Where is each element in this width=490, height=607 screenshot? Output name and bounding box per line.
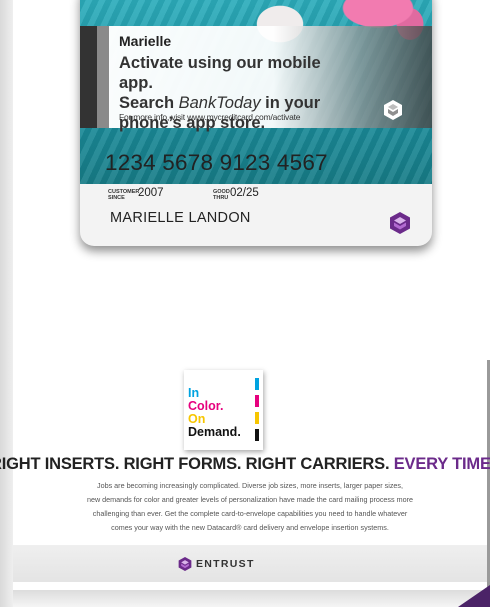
card-number: 1234 5678 9123 4567 xyxy=(105,150,328,175)
card-stripe-gray xyxy=(97,26,109,128)
card-app-name: BankToday xyxy=(178,94,261,112)
card-activation-url: For more info, visit www.mycreditcard.co… xyxy=(119,112,301,122)
ad-headline-accent: EVERY TIME. xyxy=(393,455,490,473)
ad-headline: RIGHT INSERTS. RIGHT FORMS. RIGHT CARRIE… xyxy=(0,455,490,474)
purple-corner xyxy=(458,585,490,607)
customer-since-value: 2007 xyxy=(138,187,164,199)
entrust-hex-icon xyxy=(178,557,192,571)
poster-cmyk-bars xyxy=(255,378,259,446)
good-thru-label: GOOD THRU xyxy=(213,189,230,201)
page-binding-edge xyxy=(0,0,13,607)
entrust-hex-icon xyxy=(390,212,410,234)
ad-body-copy: Jobs are becoming increasingly complicat… xyxy=(86,481,413,532)
card-message-line2: Search BankToday in your xyxy=(119,94,321,112)
page-bottom-edge xyxy=(13,590,490,607)
in-color-poster: In Color. On Demand. xyxy=(184,370,263,450)
entrust-hex-icon xyxy=(384,100,402,120)
card-holder-name: MARIELLE LANDON xyxy=(110,210,251,226)
good-thru-value: 02/25 xyxy=(230,187,259,199)
credit-card: Marielle Activate using our mobile app. … xyxy=(80,0,432,246)
card-message-line1: Activate using our mobile app. xyxy=(119,54,321,92)
card-greeting-name: Marielle xyxy=(119,33,172,49)
entrust-logo: ENTRUST xyxy=(178,556,255,572)
entrust-wordmark: ENTRUST xyxy=(196,558,255,570)
card-stripe-dark xyxy=(80,26,97,128)
customer-since-label: CUSTOMER SINCE xyxy=(108,189,140,201)
poster-headline: In Color. On Demand. xyxy=(188,386,241,439)
